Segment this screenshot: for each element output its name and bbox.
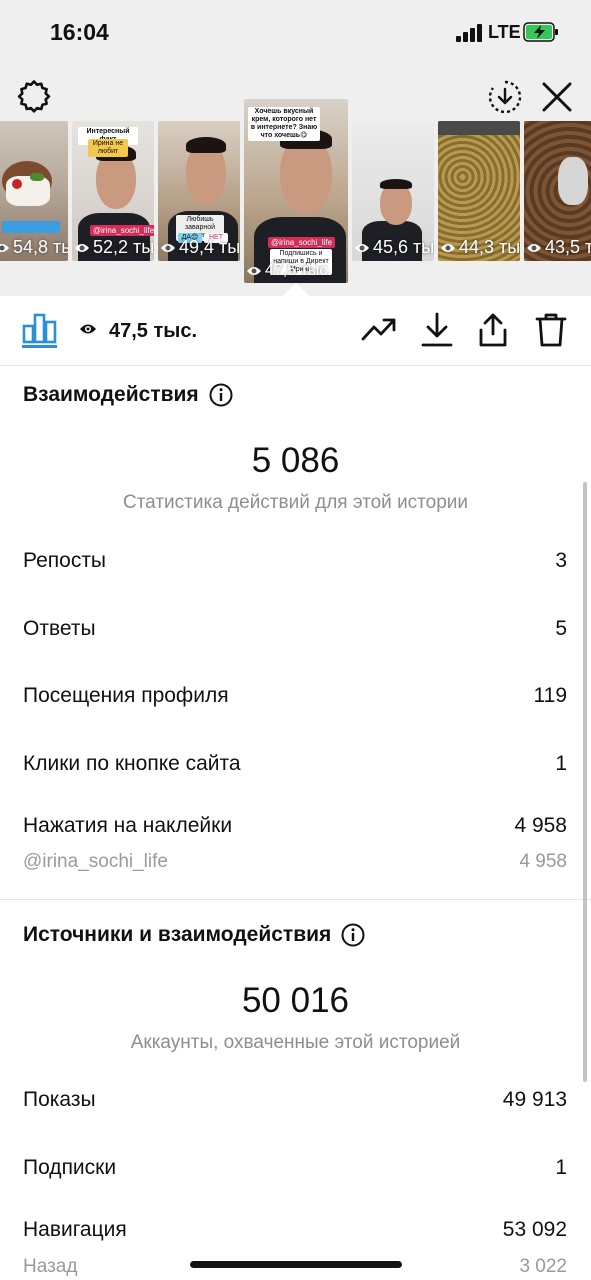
eye-icon <box>441 243 455 252</box>
promote-button[interactable] <box>360 312 398 351</box>
bar-chart-icon <box>22 313 57 344</box>
viewers-count[interactable]: 47,5 тыс. <box>109 320 197 343</box>
discovery-subtitle: Аккаунты, охваченные этой историей <box>130 1032 461 1053</box>
website-clicks-value: 1 <box>555 752 567 775</box>
eye-icon <box>0 243 9 252</box>
story-views: 49,4 ты <box>160 237 240 258</box>
profile-visits-label: Посещения профиля <box>23 684 229 707</box>
battery-charging-icon <box>523 22 558 42</box>
reposts-value: 3 <box>555 549 567 572</box>
follows-value: 1 <box>555 1156 567 1179</box>
save-button[interactable] <box>420 312 454 353</box>
discovery-title: Источники и взаимодействия <box>23 923 365 947</box>
story-thumbnail[interactable]: 43,5 ты <box>524 121 591 261</box>
status-time: 16:04 <box>50 19 109 45</box>
download-icon <box>421 312 453 347</box>
sticker-taps-label: Нажатия на наклейки <box>23 814 233 837</box>
share-icon <box>479 313 507 347</box>
trash-icon <box>535 313 567 347</box>
sticker-mention-value: 4 958 <box>519 851 567 872</box>
selection-caret <box>283 283 309 296</box>
section-divider <box>0 899 591 900</box>
interactions-title: Взаимодействия <box>23 383 233 407</box>
story-preview-area: 16:04 LTE 54,8 ты Интересный Ирина не лю… <box>0 0 591 296</box>
network-type: LTE <box>488 22 521 42</box>
status-bar: 16:04 LTE <box>0 0 591 64</box>
story-thumbnails: 54,8 ты Интересный факт Ирина не любит @… <box>0 99 591 289</box>
info-icon[interactable] <box>341 923 365 947</box>
back-value: 3 022 <box>519 1256 567 1277</box>
back-label: Назад <box>23 1256 78 1277</box>
story-thumbnail-selected[interactable]: Хочешь вкусный крем, которого нет в инте… <box>244 99 348 283</box>
trending-up-icon <box>361 318 396 341</box>
sticker-taps-value: 4 958 <box>514 814 567 837</box>
active-tab-indicator <box>22 345 57 348</box>
follows-label: Подписки <box>23 1156 117 1179</box>
eye-icon <box>161 243 175 252</box>
eye-icon <box>355 243 369 252</box>
replies-label: Ответы <box>23 617 96 640</box>
impressions-value: 49 913 <box>502 1088 567 1111</box>
reposts-label: Репосты <box>23 549 107 572</box>
delete-button[interactable] <box>534 312 568 353</box>
story-views: 43,5 ты <box>526 237 591 258</box>
story-thumbnail[interactable]: 44,3 ты <box>438 121 520 261</box>
sticker-mention-label: @irina_sochi_life <box>23 851 168 872</box>
navigation-value: 53 092 <box>502 1218 567 1241</box>
story-thumbnail[interactable]: 54,8 ты <box>0 121 68 261</box>
eye-icon <box>75 243 89 252</box>
home-indicator[interactable] <box>190 1261 402 1268</box>
info-icon[interactable] <box>209 383 233 407</box>
navigation-label: Навигация <box>23 1218 127 1241</box>
story-views: 47,5 тыс. <box>246 262 332 280</box>
share-button[interactable] <box>476 312 510 353</box>
insights-tab[interactable] <box>22 312 58 349</box>
discovery-total: 50 016 <box>241 981 350 1020</box>
story-views: 54,8 ты <box>0 237 68 258</box>
story-views: 44,3 ты <box>440 237 520 258</box>
story-views: 45,6 ты <box>354 237 434 258</box>
scrollbar[interactable] <box>583 482 587 1082</box>
profile-visits-value: 119 <box>533 684 567 707</box>
story-toolbar: 47,5 тыс. <box>0 296 591 366</box>
story-thumbnail[interactable]: 45,6 ты <box>352 121 434 261</box>
eye-icon <box>247 267 261 275</box>
story-thumbnail[interactable]: Любишь заварной крем ДА😊 НЕТ 49,4 ты <box>158 121 240 261</box>
website-clicks-label: Клики по кнопке сайта <box>23 752 241 775</box>
eye-icon <box>527 243 541 252</box>
impressions-label: Показы <box>23 1088 96 1111</box>
story-views: 52,2 ты <box>74 237 154 258</box>
eye-icon <box>80 324 96 334</box>
story-thumbnail[interactable]: Интересный факт Ирина не любит @irina_so… <box>72 121 154 261</box>
replies-value: 5 <box>555 617 567 640</box>
interactions-subtitle: Статистика действий для этой истории <box>122 492 469 513</box>
interactions-total: 5 086 <box>251 441 340 480</box>
signal-icon <box>456 24 484 42</box>
